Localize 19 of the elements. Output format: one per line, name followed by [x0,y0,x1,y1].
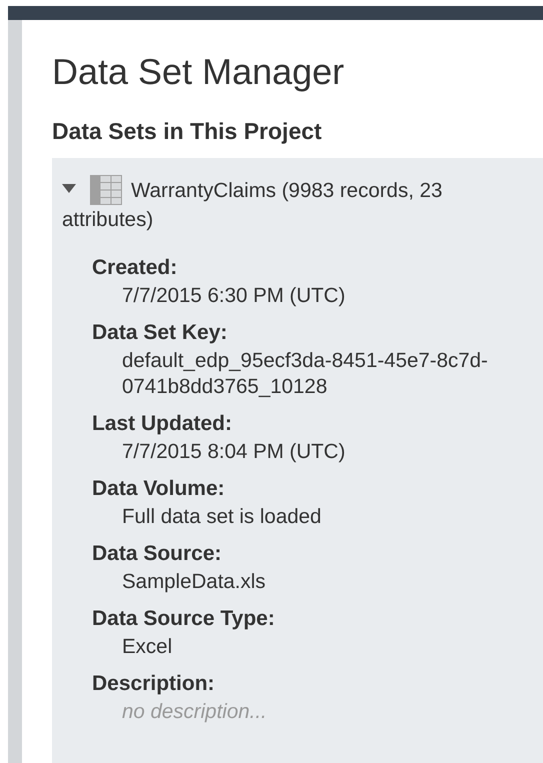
page-title: Data Set Manager [52,52,346,92]
data-set-tree-item[interactable]: WarrantyClaims (9983 records, 23 attributes) [62,176,532,234]
field-label: Created: [92,255,178,281]
field-value: 7/7/2015 6:30 PM (UTC) [121,283,346,309]
field-label: Last Updated: [92,411,234,437]
field-label: Data Source Type: [92,606,276,632]
table-icon [90,174,122,205]
section-title: Data Sets in This Project [52,117,323,145]
field-value: 7/7/2015 8:04 PM (UTC) [121,439,346,465]
description-field[interactable]: no description... [122,698,422,726]
field-label: Data Set Key: [92,320,228,346]
field-label: Data Source: [92,541,223,567]
field-value: Full data set is loaded [121,504,322,530]
field-label: Description: [92,671,216,697]
field-value: Excel [121,634,174,660]
field-label: Data Volume: [92,476,226,502]
field-value: SampleData.xls [121,569,267,595]
field-value: default_edp_95ecf3da-8451-45e7-8c7d-0741b8dd3765_10128 [121,348,489,400]
disclosure-triangle-icon[interactable] [62,184,76,194]
